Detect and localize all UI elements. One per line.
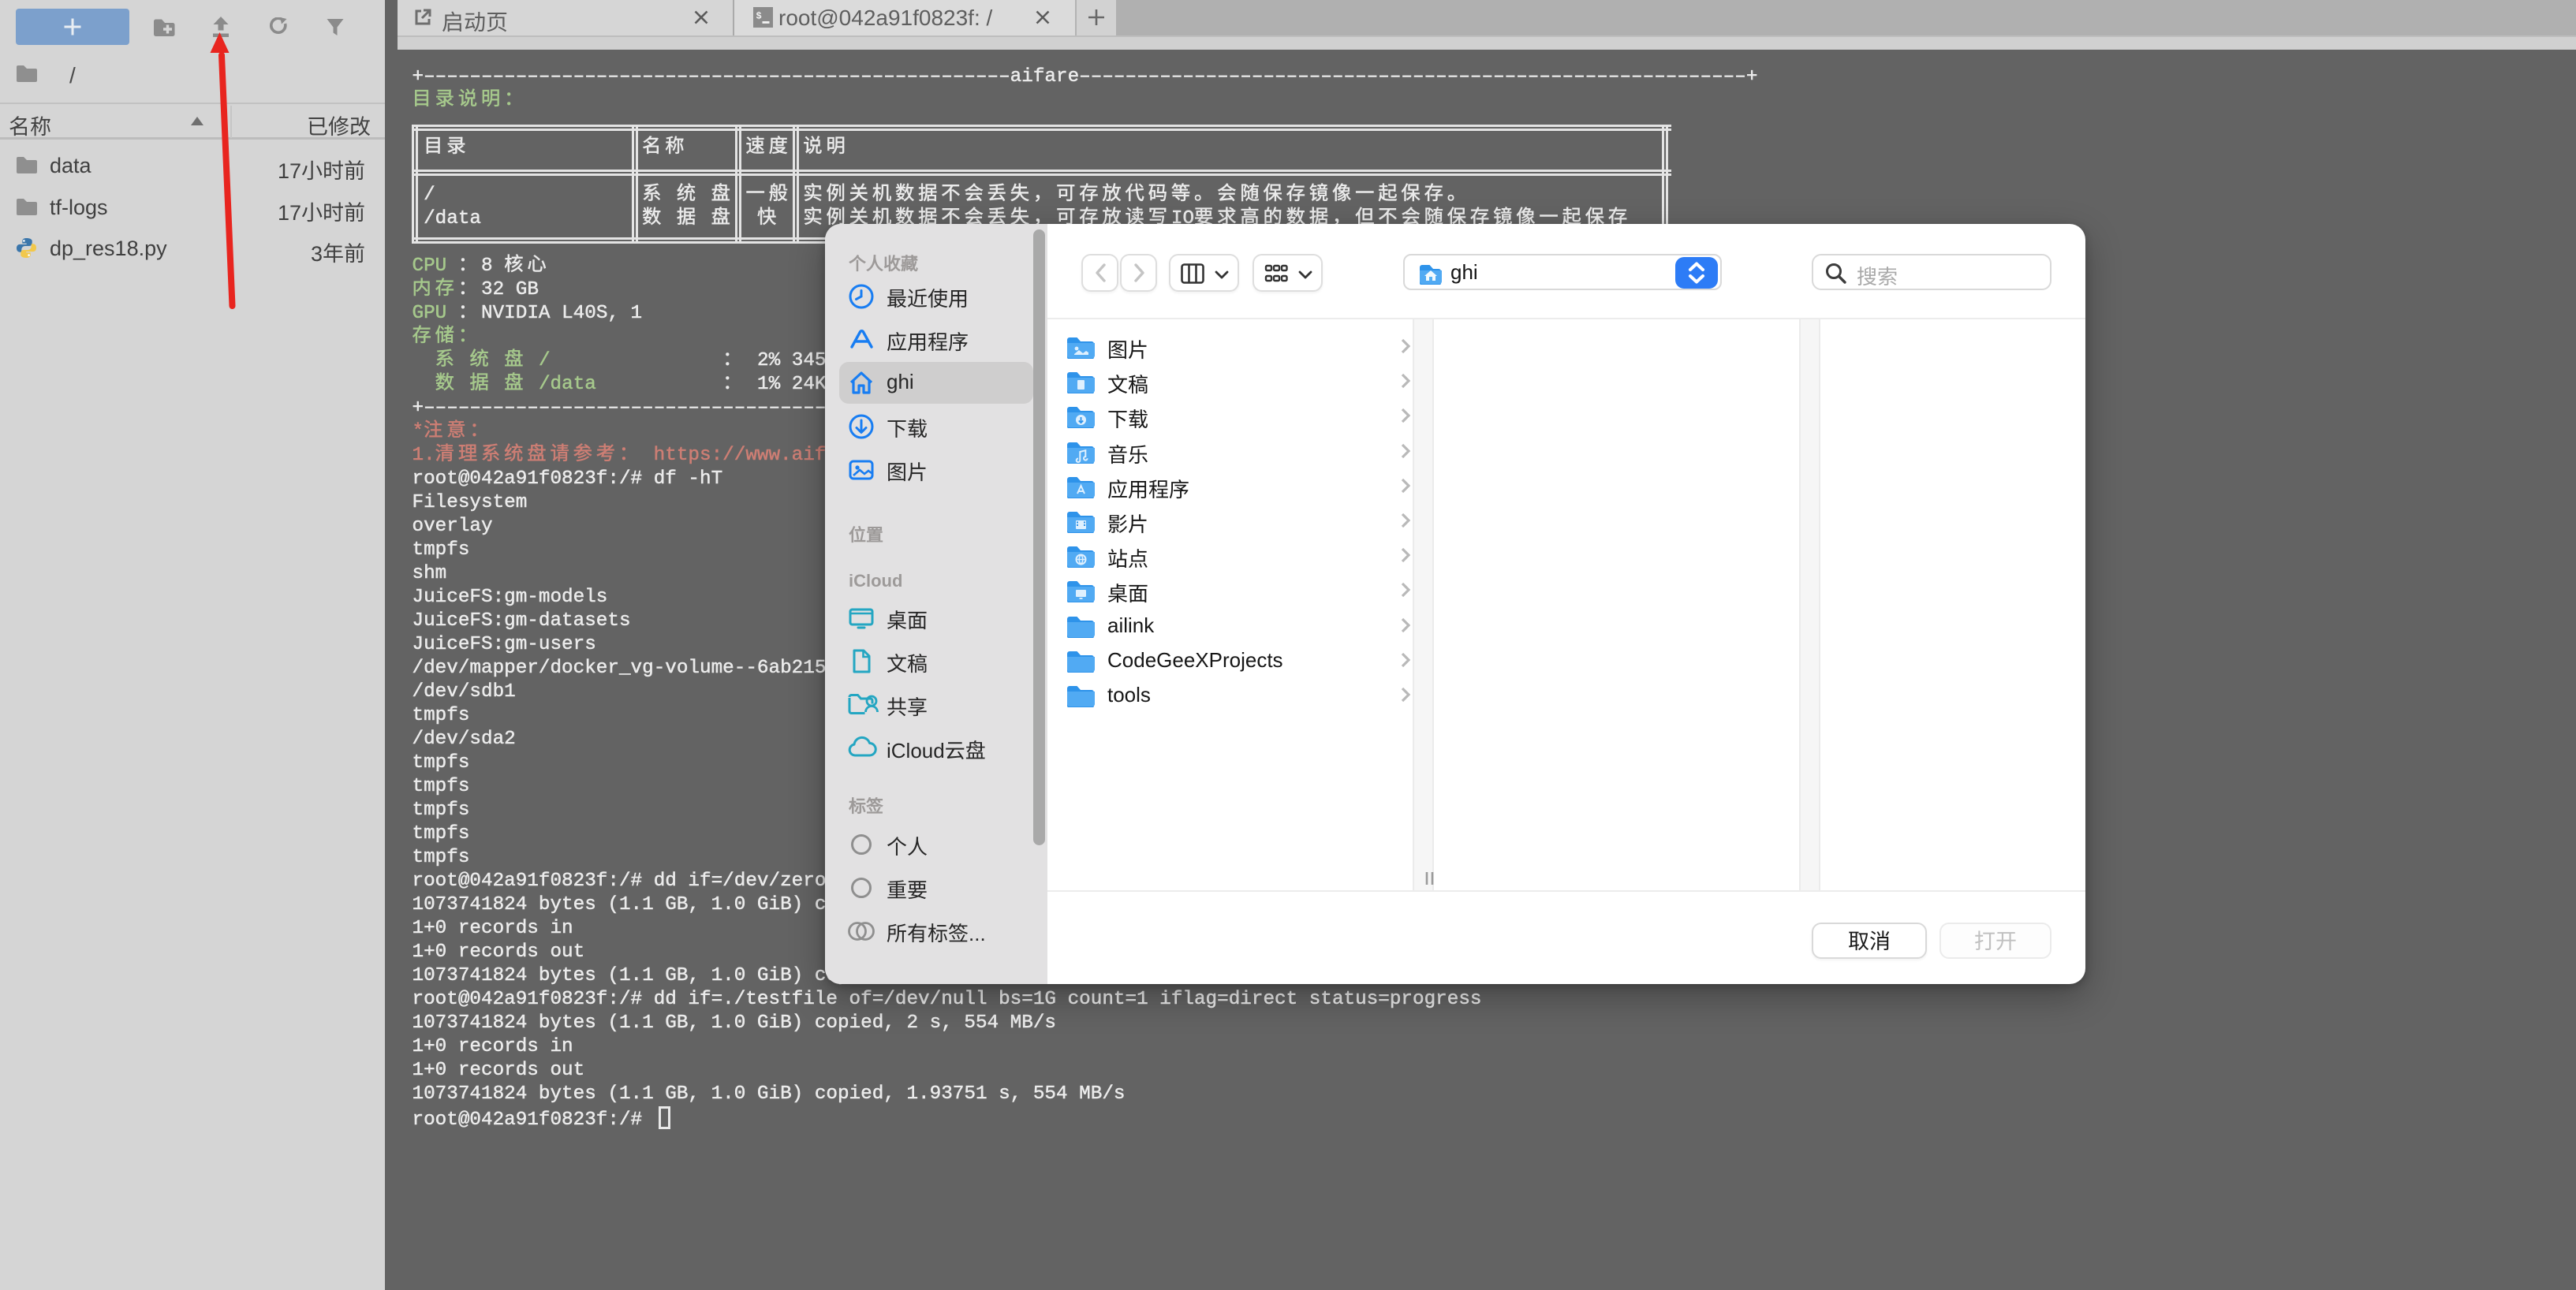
svg-text:$: $ [756,11,762,22]
